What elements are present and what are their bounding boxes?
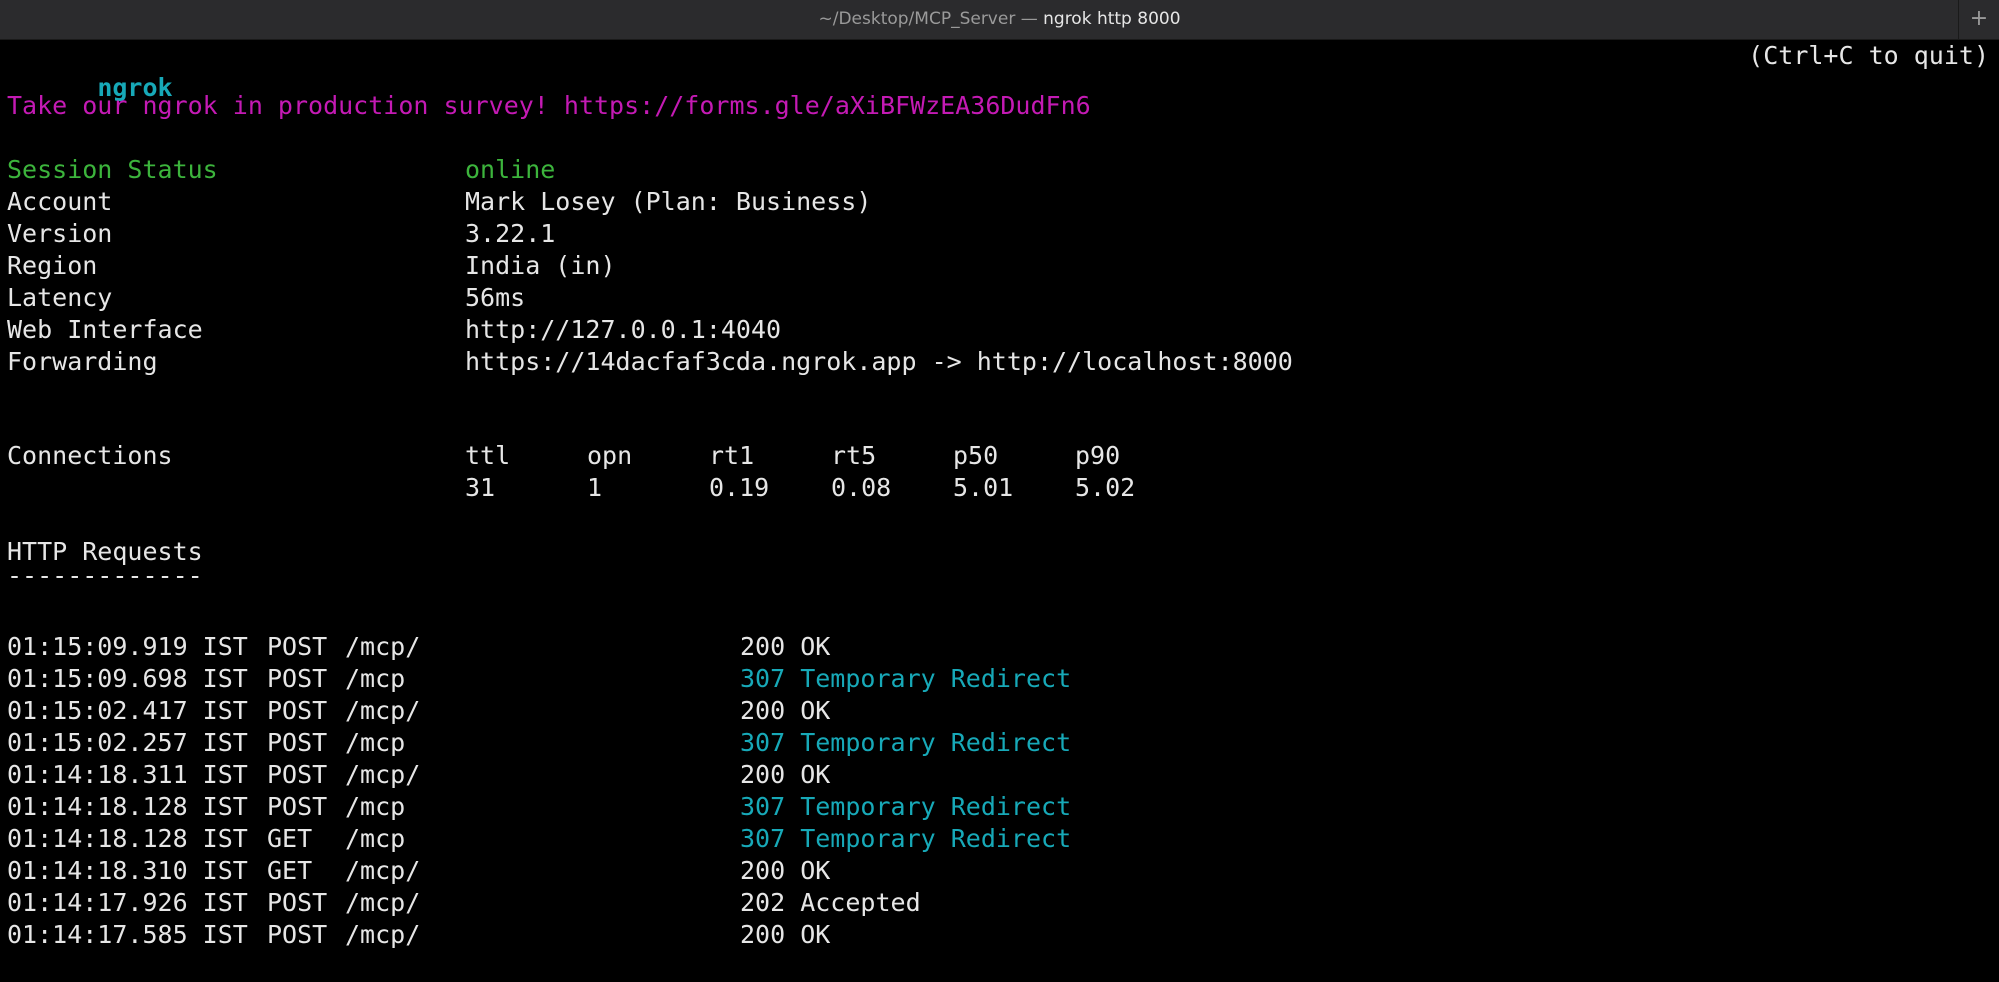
request-time: 01:14:18.310 IST [7,856,248,885]
request-status: 200 OK [740,696,831,725]
connections-value-cell: 5.02 [1075,473,1136,502]
session-value: http://127.0.0.1:4040 [465,315,782,344]
request-method: POST [267,792,328,821]
request-row[interactable]: 01:15:09.698 IST POST/mcp 307 Temporary Re… [7,663,1207,695]
session-row: Forwarding https://14dacfaf3cda.ngrok.app… [7,346,1907,378]
session-row: Region India (in) [7,250,1907,282]
ngrok-header-line: ngrok [7,40,172,102]
request-time: 01:14:18.311 IST [7,760,248,789]
request-status: 307 Temporary Redirect [740,792,1072,821]
connections-header-row: ttl opn rt1 rt5 p50 p90 [465,440,1265,472]
session-value: 3.22.1 [465,219,556,248]
session-row: Web Interface http://127.0.0.1:4040 [7,314,1907,346]
request-time: 01:14:17.926 IST [7,888,248,917]
request-status: 202 Accepted [740,888,921,917]
connections-header-cell: p50 [953,441,999,470]
terminal-window: ~/Desktop/MCP_Server — ngrok http 8000 +… [0,0,1999,982]
request-time: 01:15:02.417 IST [7,696,248,725]
session-value: online [465,155,556,184]
new-tab-button[interactable]: + [1958,0,1999,39]
session-value: Mark Losey (Plan: Business) [465,187,872,216]
request-row[interactable]: 01:14:18.128 IST GET/mcp 307 Temporary Red… [7,823,1207,855]
quit-hint: (Ctrl+C to quit) [1748,41,1989,70]
connections-header-cell: opn [587,441,633,470]
request-method: GET [267,824,313,853]
request-time: 01:15:09.919 IST [7,632,248,661]
request-status: 200 OK [740,920,831,949]
connections-value-cell: 5.01 [953,473,1014,502]
request-row[interactable]: 01:15:02.417 IST POST/mcp/200 OK [7,695,1207,727]
request-time: 01:14:18.128 IST [7,792,248,821]
request-status: 200 OK [740,856,831,885]
session-label: Web Interface [7,315,203,344]
connections-value-cell: 31 [465,473,496,502]
request-time: 01:14:18.128 IST [7,824,248,853]
request-time: 01:15:02.257 IST [7,728,248,757]
connections-label: Connections [7,441,173,470]
request-row[interactable]: 01:14:17.585 IST POST/mcp/200 OK [7,919,1207,951]
session-label: Account [7,187,113,216]
request-row[interactable]: 01:14:17.926 IST POST/mcp/202 Accepted [7,887,1207,919]
request-method: POST [267,760,328,789]
request-time: 01:15:09.698 IST [7,664,248,693]
session-label: Version [7,219,113,248]
session-label: Forwarding [7,347,158,376]
request-path: /mcp/ [345,760,421,789]
title-command: ngrok http 8000 [1043,9,1181,29]
request-status: 307 Temporary Redirect [740,664,1072,693]
session-row: Version 3.22.1 [7,218,1907,250]
title-path: ~/Desktop/MCP_Server — [818,9,1044,29]
connections-header-cell: rt1 [709,441,755,470]
request-method: POST [267,920,328,949]
session-row: Session Status online [7,154,1907,186]
request-method: POST [267,632,328,661]
session-value: India (in) [465,251,616,280]
connections-value-cell: 1 [587,473,603,502]
session-label: Latency [7,283,113,312]
request-path: /mcp/ [345,856,421,885]
request-row[interactable]: 01:14:18.311 IST POST/mcp/200 OK [7,759,1207,791]
session-value: 56ms [465,283,526,312]
session-label: Region [7,251,98,280]
terminal-output[interactable]: ngrok (Ctrl+C to quit) Take our ngrok in… [0,40,1999,982]
connections-header-cell: rt5 [831,441,877,470]
connections-header-cell: p90 [1075,441,1121,470]
plus-icon: + [1969,6,1989,31]
window-titlebar: ~/Desktop/MCP_Server — ngrok http 8000 + [0,0,1999,40]
request-status: 200 OK [740,760,831,789]
request-status: 307 Temporary Redirect [740,824,1072,853]
request-row[interactable]: 01:14:18.128 IST POST/mcp 307 Temporary Re… [7,791,1207,823]
session-row: Account Mark Losey (Plan: Business) [7,186,1907,218]
connections-value-cell: 0.08 [831,473,892,502]
connections-values-row: 31 1 0.19 0.08 5.01 5.02 [465,472,1265,504]
session-row: Latency 56ms [7,282,1907,314]
survey-message: Take our ngrok in production survey! htt… [7,91,1091,120]
request-row[interactable]: 01:15:09.919 IST POST/mcp/200 OK [7,631,1207,663]
request-path: /mcp [345,792,406,821]
request-path: /mcp/ [345,920,421,949]
request-time: 01:14:17.585 IST [7,920,248,949]
connections-header-cell: ttl [465,441,511,470]
session-value: https://14dacfaf3cda.ngrok.app -> http:/… [465,347,1293,376]
request-row[interactable]: 01:15:02.257 IST POST/mcp 307 Temporary Re… [7,727,1207,759]
request-path: /mcp/ [345,888,421,917]
http-requests-underline: ------------- [7,561,203,590]
connections-value-cell: 0.19 [709,473,770,502]
request-path: /mcp/ [345,696,421,725]
request-path: /mcp/ [345,632,421,661]
request-row[interactable]: 01:14:18.310 IST GET/mcp/200 OK [7,855,1207,887]
request-path: /mcp [345,664,406,693]
session-label: Session Status [7,155,218,184]
request-path: /mcp [345,728,406,757]
request-method: POST [267,664,328,693]
request-method: POST [267,728,328,757]
request-status: 200 OK [740,632,831,661]
request-method: POST [267,696,328,725]
request-method: GET [267,856,313,885]
request-method: POST [267,888,328,917]
request-path: /mcp [345,824,406,853]
request-status: 307 Temporary Redirect [740,728,1072,757]
